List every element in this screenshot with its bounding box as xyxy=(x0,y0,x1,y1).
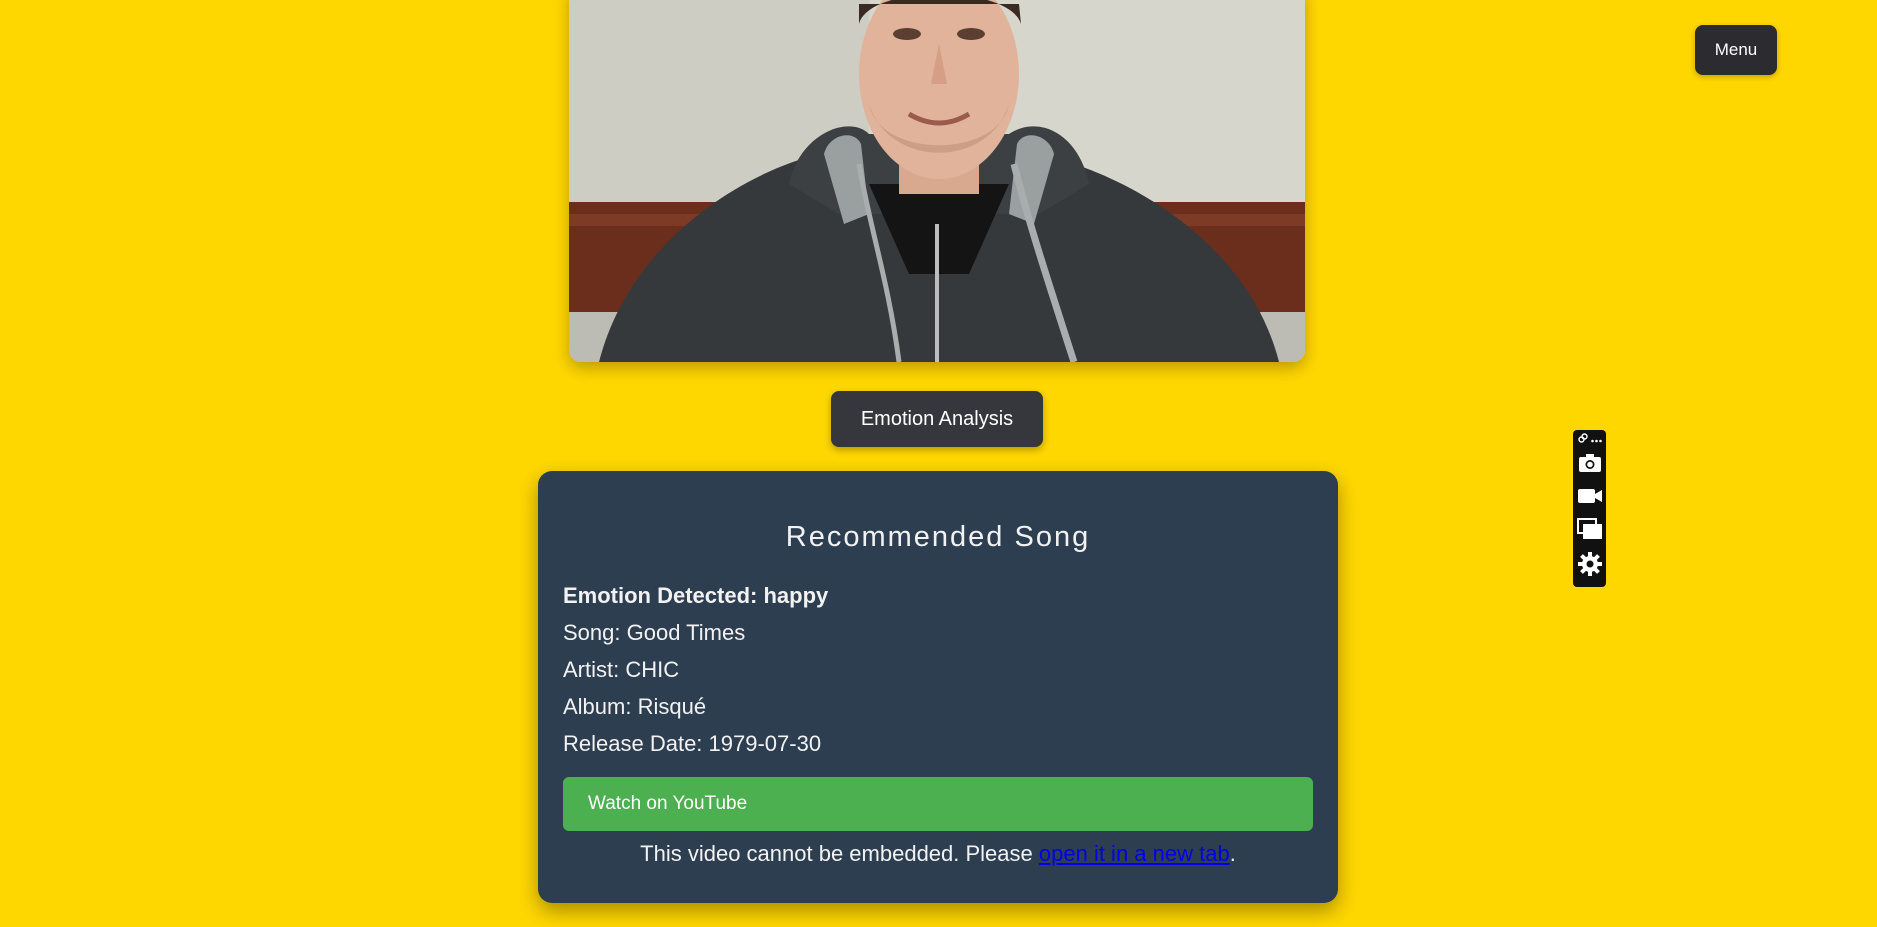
embed-note: This video cannot be embedded. Please op… xyxy=(538,841,1338,867)
webcam-person-image xyxy=(569,0,1305,362)
embed-note-prefix: This video cannot be embedded. Please xyxy=(640,841,1039,866)
emotion-detected-text: Emotion Detected: happy xyxy=(563,583,829,608)
album-text: Album: Risqué xyxy=(563,694,707,719)
screens-icon[interactable] xyxy=(1573,516,1606,542)
release-date-text: Release Date: 1979-07-30 xyxy=(563,731,822,756)
artist-text: Artist: CHIC xyxy=(563,657,680,682)
recommendation-card: Recommended Song Emotion Detected: happy… xyxy=(538,471,1338,903)
camera-toolbar xyxy=(1573,430,1606,587)
webcam-video xyxy=(569,0,1305,362)
watch-on-youtube-button[interactable]: Watch on YouTube xyxy=(563,777,1313,831)
link-icon[interactable] xyxy=(1577,430,1588,448)
embed-note-suffix: . xyxy=(1229,841,1236,866)
settings-icon[interactable] xyxy=(1573,550,1606,578)
song-text: Song: Good Times xyxy=(563,620,746,645)
camera-icon[interactable] xyxy=(1573,450,1606,476)
open-new-tab-link[interactable]: open it in a new tab xyxy=(1039,841,1230,866)
menu-button[interactable]: Menu xyxy=(1695,25,1777,75)
emotion-analysis-button[interactable]: Emotion Analysis xyxy=(831,391,1043,447)
card-title: Recommended Song xyxy=(785,521,1091,553)
toolbar-header xyxy=(1573,432,1606,446)
more-icon[interactable] xyxy=(1590,430,1602,448)
video-icon[interactable] xyxy=(1573,483,1606,509)
